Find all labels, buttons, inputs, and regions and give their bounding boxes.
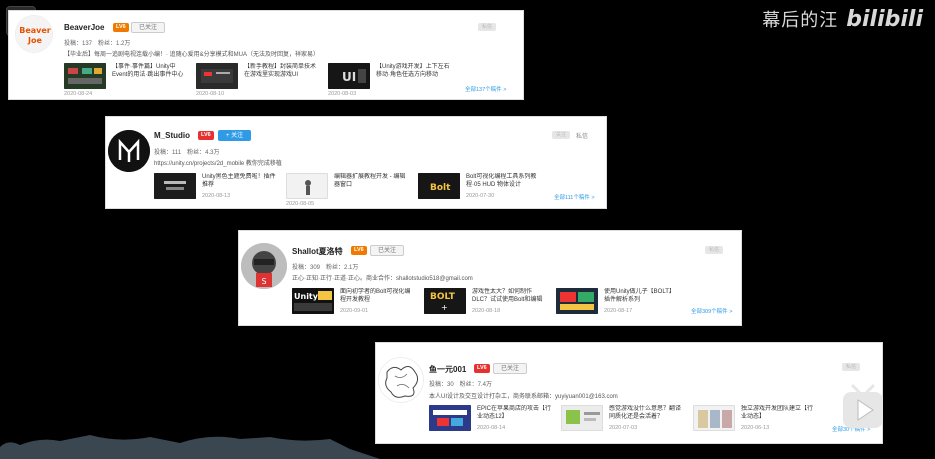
svg-text:BOLT: BOLT: [430, 292, 456, 302]
video-date: 2020-08-03: [328, 91, 357, 97]
avatar[interactable]: S: [241, 243, 287, 289]
video-item[interactable]: 编辑器扩展教程开发 - 编辑器窗口 2020-08-05: [286, 173, 411, 209]
video-thumbnail[interactable]: [286, 173, 328, 199]
bilibili-logo: bilibili: [846, 6, 923, 32]
video-thumbnail[interactable]: [693, 405, 735, 431]
video-title[interactable]: 【事件·事件篇】Unity中Event的用法·跳出事件中心: [112, 63, 187, 79]
message-button[interactable]: 私信: [576, 131, 588, 140]
svg-text:Bolt: Bolt: [430, 183, 451, 193]
user-sign: 本人UI设计及交互设计打杂工，商务联系邮箱：yuyiyuan001@163.co…: [429, 394, 618, 400]
video-thumbnail[interactable]: Unity: [292, 288, 334, 314]
video-date: 2020-09-01: [340, 308, 369, 314]
avatar[interactable]: Beaver Joe: [15, 15, 53, 53]
video-date: 2020-08-05: [286, 201, 315, 207]
video-date: 2020-08-17: [604, 308, 633, 314]
user-stats: 投稿：309 粉丝：2.1万: [292, 265, 359, 271]
follow-button[interactable]: 已关注: [131, 22, 166, 33]
video-item[interactable]: EPIC在苹果商店的攻击【行业动态12】 2020-08-14: [429, 405, 554, 441]
user-name[interactable]: 鱼一元001: [429, 364, 466, 375]
video-date: 2020-08-14: [477, 425, 506, 431]
watermark-text: 幕后的汪: [762, 10, 839, 31]
video-item[interactable]: BOLT+ 游戏性太大？如何制作DLC？试试使用Bolt和编辑器 2020-08…: [424, 288, 549, 324]
user-card-shallot: S Shallot夏洛特 LV6 已关注 私信 投稿：309 粉丝：2.1万 正…: [238, 230, 742, 326]
all-videos-link[interactable]: 全部137个稿件 >: [465, 85, 506, 93]
video-item[interactable]: 感觉游戏没什么意思？翻译同质化还是会活着？ 2020-07-03: [561, 405, 686, 441]
svg-text:Beaver: Beaver: [19, 26, 51, 35]
video-item[interactable]: Bolt Bolt可视化编程工具系列教程·05 HUD 物体设计 2020-07…: [418, 173, 543, 209]
level-badge: LV6: [351, 246, 367, 255]
video-item[interactable]: 【事件·事件篇】Unity中Event的用法·跳出事件中心 2020-08-24: [64, 63, 189, 99]
user-stats: 投稿：111 粉丝：4.3万: [154, 150, 220, 156]
svg-text:UI: UI: [342, 70, 356, 84]
all-videos-link[interactable]: 全部309个稿件 >: [691, 307, 732, 315]
user-card-mstudio: M_Studio LV6 + 关注 关注 私信 投稿：111 粉丝：4.3万 h…: [105, 116, 607, 209]
user-card-beaverjoe: Beaver Joe BeaverJoe LV6 已关注 私信 投稿：137 粉…: [8, 10, 524, 100]
video-title[interactable]: 面向初学者的Bolt可视化编程开发教程: [340, 288, 415, 304]
video-item[interactable]: 使用Unity做儿子【BOLT】插件解析系列 2020-08-17: [556, 288, 681, 324]
video-title[interactable]: 感觉游戏没什么意思？翻译同质化还是会活着？: [609, 405, 684, 421]
svg-text:+: +: [441, 303, 448, 312]
video-title[interactable]: Bolt可视化编程工具系列教程·05 HUD 物体设计: [466, 173, 541, 189]
video-item[interactable]: UI 【Unity游戏开发】上下左右移动·角色任选方向移动 2020-08-03: [328, 63, 453, 99]
video-title[interactable]: 独立游戏开发团队建立【行业动态】: [741, 405, 816, 421]
svg-text:Unity: Unity: [294, 292, 319, 301]
video-item[interactable]: 独立游戏开发团队建立【行业动态】 2020-06-13: [693, 405, 818, 441]
avatar[interactable]: [378, 357, 424, 403]
svg-text:Joe: Joe: [27, 36, 42, 45]
video-date: 2020-07-30: [466, 193, 495, 199]
video-thumbnail[interactable]: UI: [328, 63, 370, 89]
video-date: 2020-08-18: [472, 308, 501, 314]
video-thumbnail[interactable]: [196, 63, 238, 89]
level-badge: LV6: [474, 364, 490, 373]
svg-text:S: S: [261, 277, 266, 286]
video-title[interactable]: 【Unity游戏开发】上下左右移动·角色任选方向移动: [376, 63, 451, 79]
mountain-silhouette: [0, 435, 380, 459]
user-name[interactable]: BeaverJoe: [64, 23, 104, 32]
video-title[interactable]: 游戏性太大？如何制作DLC？试试使用Bolt和编辑器: [472, 288, 547, 304]
video-date: 2020-08-24: [64, 91, 93, 97]
level-badge: LV6: [198, 131, 214, 140]
level-badge: LV6: [113, 23, 129, 32]
video-thumbnail[interactable]: BOLT +: [424, 288, 466, 314]
video-title[interactable]: 编辑器扩展教程开发 - 编辑器窗口: [334, 173, 409, 189]
user-sign: https://unity.cn/projects/2d_mobile 教你完成…: [154, 161, 282, 167]
all-videos-link[interactable]: 全部111个稿件 >: [554, 193, 595, 201]
user-stats: 投稿：30 粉丝：7.4万: [429, 382, 493, 388]
video-date: 2020-08-10: [196, 91, 225, 97]
message-button[interactable]: 私信: [705, 246, 723, 254]
video-title[interactable]: Unity黑色主题免费啦！插件推荐: [202, 173, 277, 189]
avatar[interactable]: [108, 130, 150, 172]
user-card-yuyiyuan: 鱼一元001 LV6 已关注 私信 投稿：30 粉丝：7.4万 本人UI设计及交…: [375, 342, 883, 444]
follow-status-button[interactable]: 关注: [552, 131, 570, 139]
play-icon[interactable]: [841, 382, 885, 434]
user-name[interactable]: M_Studio: [154, 131, 190, 140]
video-thumbnail[interactable]: [561, 405, 603, 431]
video-item[interactable]: Unity 面向初学者的Bolt可视化编程开发教程 2020-09-01: [292, 288, 417, 324]
user-sign: 【毕业后】每周一追剧电视连载小编！· 追随心爱用&分享模式和MUA（无法及时回复…: [64, 52, 320, 58]
message-button[interactable]: 私信: [842, 363, 860, 371]
follow-button[interactable]: 已关注: [493, 363, 528, 374]
video-item[interactable]: 【新手教程】封装简单技术在游戏里实现游戏UI 2020-08-10: [196, 63, 321, 99]
follow-button[interactable]: + 关注: [218, 130, 252, 141]
video-thumbnail[interactable]: [556, 288, 598, 314]
video-title[interactable]: 【新手教程】封装简单技术在游戏里实现游戏UI: [244, 63, 319, 79]
video-title[interactable]: 使用Unity做儿子【BOLT】插件解析系列: [604, 288, 679, 304]
follow-button[interactable]: 已关注: [370, 245, 405, 256]
video-date: 2020-06-13: [741, 425, 770, 431]
user-sign: 正心·正知·正行·正道·正心。商业合作：shallotstudio518@gma…: [292, 276, 473, 282]
video-date: 2020-08-13: [202, 193, 231, 199]
message-button[interactable]: 私信: [478, 23, 496, 31]
video-thumbnail[interactable]: [429, 405, 471, 431]
video-thumbnail[interactable]: [154, 173, 196, 199]
video-thumbnail[interactable]: [64, 63, 106, 89]
video-title[interactable]: EPIC在苹果商店的攻击【行业动态12】: [477, 405, 552, 421]
user-name[interactable]: Shallot夏洛特: [292, 246, 343, 257]
video-watermark: 幕后的汪 bilibili: [762, 6, 923, 32]
video-thumbnail[interactable]: Bolt: [418, 173, 460, 199]
video-date: 2020-07-03: [609, 425, 638, 431]
user-stats: 投稿：137 粉丝：1.2万: [64, 41, 131, 47]
video-item[interactable]: Unity黑色主题免费啦！插件推荐 2020-08-13: [154, 173, 279, 209]
